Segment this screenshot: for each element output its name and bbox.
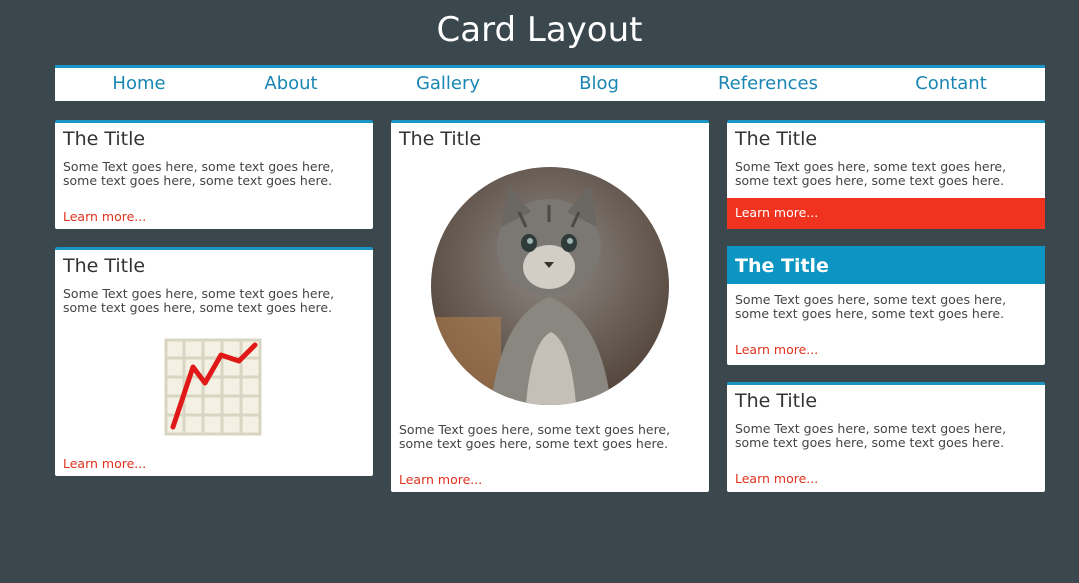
- card-text-line: some text goes here, some text goes here…: [735, 173, 1005, 188]
- learn-more-link[interactable]: Learn more...: [399, 472, 482, 487]
- card-text-line: Some Text goes here, some text goes here…: [399, 422, 671, 437]
- card-text: Some Text goes here, some text goes here…: [63, 160, 363, 188]
- card-text-line: some text goes here, some text goes here…: [735, 435, 1005, 450]
- card-text-line: Some Text goes here, some text goes here…: [735, 292, 1007, 307]
- card-text: Some Text goes here, some text goes here…: [399, 423, 699, 451]
- card-text-line: some text goes here, some text goes here…: [63, 300, 333, 315]
- learn-more-link[interactable]: Learn more...: [735, 342, 818, 357]
- card: The Title Some Text goes here, some text…: [727, 120, 1045, 229]
- card-text-line: Some Text goes here, some text goes here…: [735, 159, 1007, 174]
- nav-gallery[interactable]: Gallery: [416, 73, 480, 94]
- nav-about[interactable]: About: [264, 73, 317, 94]
- navbar: Home About Gallery Blog References Conta…: [55, 65, 1045, 101]
- card: The Title Some Text goes here, some text…: [55, 247, 373, 476]
- learn-more-link[interactable]: Learn more...: [735, 205, 818, 220]
- card-title-bar: The Title: [727, 246, 1045, 284]
- card: The Title Some Text goes here, some text…: [727, 246, 1045, 365]
- kitten-photo: [431, 167, 669, 405]
- card-title: The Title: [735, 128, 818, 150]
- card-text: Some Text goes here, some text goes here…: [735, 160, 1035, 188]
- card-title: The Title: [735, 255, 829, 277]
- nav-references[interactable]: References: [718, 73, 818, 94]
- card-text-line: Some Text goes here, some text goes here…: [63, 286, 335, 301]
- nav-home[interactable]: Home: [112, 73, 165, 94]
- learn-more-bar[interactable]: Learn more...: [727, 198, 1045, 229]
- learn-more-link[interactable]: Learn more...: [735, 471, 818, 486]
- card-text: Some Text goes here, some text goes here…: [735, 293, 1035, 321]
- card-title: The Title: [735, 390, 818, 412]
- learn-more-link[interactable]: Learn more...: [63, 456, 146, 471]
- card-text-line: Some Text goes here, some text goes here…: [63, 159, 335, 174]
- page-title: Card Layout: [436, 10, 643, 50]
- card-text-line: some text goes here, some text goes here…: [63, 173, 333, 188]
- card: The Title Some Text goes here, some text…: [391, 120, 709, 492]
- card: The Title Some Text goes here, some text…: [55, 120, 373, 229]
- card: The Title Some Text goes here, some text…: [727, 382, 1045, 492]
- card-text: Some Text goes here, some text goes here…: [735, 422, 1035, 450]
- learn-more-link[interactable]: Learn more...: [63, 209, 146, 224]
- nav-blog[interactable]: Blog: [579, 73, 619, 94]
- card-text-line: some text goes here, some text goes here…: [735, 306, 1005, 321]
- nav-contant[interactable]: Contant: [915, 73, 987, 94]
- card-title: The Title: [399, 128, 482, 150]
- card-title: The Title: [63, 255, 146, 277]
- card-title: The Title: [63, 128, 146, 150]
- line-chart-icon: [164, 338, 262, 436]
- card-text-line: Some Text goes here, some text goes here…: [735, 421, 1007, 436]
- card-text-line: some text goes here, some text goes here…: [399, 436, 669, 451]
- card-text: Some Text goes here, some text goes here…: [63, 287, 363, 315]
